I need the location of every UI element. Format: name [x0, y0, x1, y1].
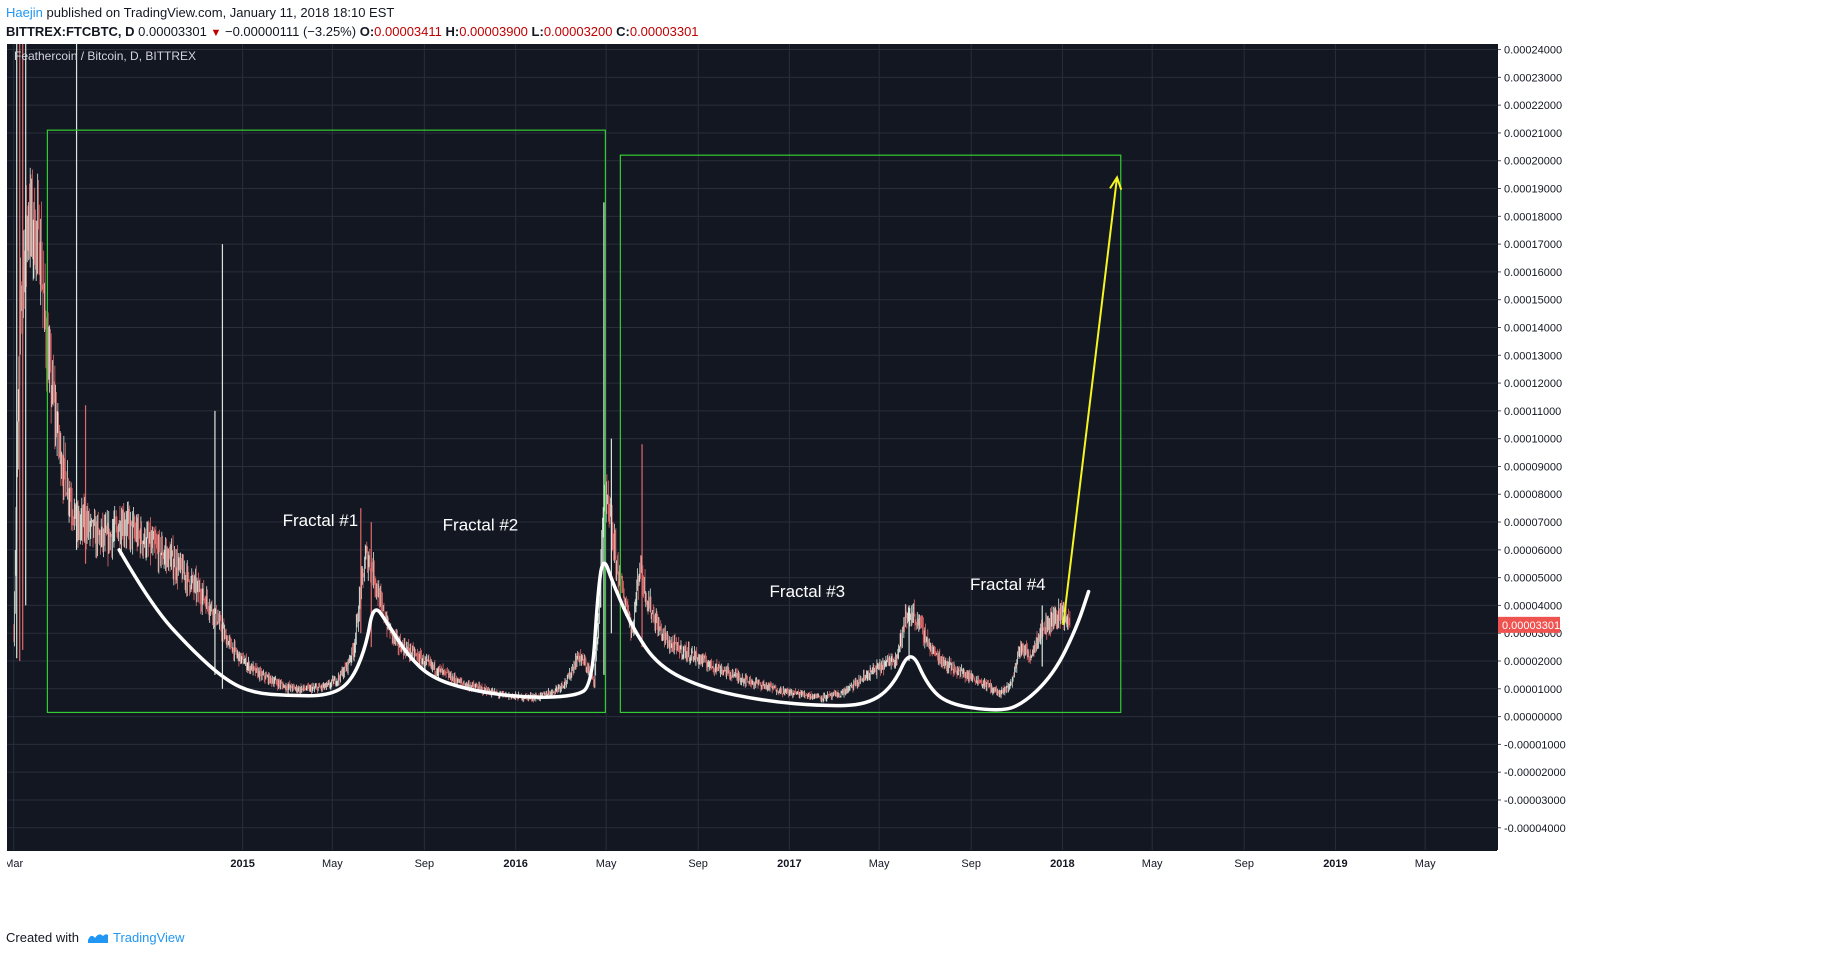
y-tick-label: 0.00004000 [1504, 600, 1562, 612]
y-tick-label: 0.00006000 [1504, 545, 1562, 557]
close-value: 0.00003301 [630, 24, 699, 39]
published-line: Haejin published on TradingView.com, Jan… [6, 3, 1816, 22]
y-tick-label: 0.00016000 [1504, 267, 1562, 279]
y-tick-label: 0.00010000 [1504, 434, 1562, 446]
symbol-label: BITTREX:FTCBTC, D [6, 24, 135, 39]
y-tick-label: -0.00002000 [1504, 767, 1566, 779]
x-tick-label: 2019 [1323, 858, 1347, 870]
low-label: L: [532, 24, 544, 39]
x-tick-label: Sep [1234, 858, 1254, 870]
y-tick-label: 0.00020000 [1504, 156, 1562, 168]
open-label: O: [360, 24, 374, 39]
price-change: −0.00000111 (−3.25%) [225, 24, 356, 39]
fractal-label[interactable]: Fractal #1 [283, 511, 359, 530]
y-tick-label: -0.00004000 [1504, 823, 1566, 835]
chart-title: Feathercoin / Bitcoin, D, BITTREX [14, 49, 196, 63]
x-tick-label: May [869, 858, 890, 870]
x-tick-label: May [1142, 858, 1163, 870]
y-tick-label: 0.00005000 [1504, 573, 1562, 585]
y-tick-label: 0.00011000 [1504, 406, 1561, 418]
y-tick-label: 0.00018000 [1504, 211, 1562, 223]
y-tick-label: 0.00022000 [1504, 100, 1562, 112]
y-tick-label: 0.00007000 [1504, 517, 1562, 529]
tradingview-brand-link[interactable]: TradingView [113, 930, 185, 945]
last-price: 0.00003301 [138, 24, 207, 39]
y-tick-label: 0.00019000 [1504, 184, 1562, 196]
y-tick-label: -0.00001000 [1504, 739, 1566, 751]
y-tick-label: 0.00021000 [1504, 128, 1562, 140]
x-tick-label: Sep [961, 858, 981, 870]
footer: Created with TradingView [6, 926, 185, 948]
x-tick-label: Mar [7, 858, 24, 870]
open-value: 0.00003411 [374, 24, 442, 39]
down-triangle-icon: ▼ [210, 27, 221, 39]
ohlc-line: BITTREX:FTCBTC, D 0.00003301 ▼ −0.000001… [6, 22, 1816, 43]
x-tick-label: 2017 [777, 858, 801, 870]
y-tick-label: 0.00008000 [1504, 489, 1562, 501]
fractal-label[interactable]: Fractal #4 [970, 575, 1046, 594]
y-tick-label: 0.00012000 [1504, 378, 1562, 390]
y-tick-label: 0.00023000 [1504, 72, 1562, 84]
x-tick-label: Sep [688, 858, 708, 870]
y-tick-label: 0.00009000 [1504, 461, 1562, 473]
y-tick-label: -0.00003000 [1504, 795, 1566, 807]
y-tick-label: 0.00000000 [1504, 712, 1562, 724]
x-tick-label: 2018 [1050, 858, 1074, 870]
y-tick-label: 0.00014000 [1504, 322, 1562, 334]
current-price-label: 0.00003301 [1502, 620, 1560, 632]
high-value: 0.00003900 [459, 24, 528, 39]
fractal-label[interactable]: Fractal #2 [443, 515, 519, 534]
y-tick-label: 0.00001000 [1504, 684, 1562, 696]
y-tick-label: 0.00017000 [1504, 239, 1562, 251]
published-text: published on TradingView.com, January 11… [46, 5, 394, 20]
fractal-label[interactable]: Fractal #3 [770, 582, 846, 601]
price-chart[interactable]: 0.00024000 0.00023000 0.00022000 0.00021000… [7, 44, 1817, 920]
tradingview-logo-icon[interactable] [87, 930, 109, 944]
x-tick-label: May [596, 858, 617, 870]
created-with-text: Created with [6, 930, 79, 945]
x-tick-label: Sep [415, 858, 435, 870]
high-label: H: [446, 24, 460, 39]
y-tick-label: 0.00002000 [1504, 656, 1562, 668]
x-tick-label: May [322, 858, 343, 870]
x-tick-label: May [1415, 858, 1436, 870]
chart-area[interactable]: 0.00024000 0.00023000 0.00022000 0.00021000… [7, 44, 1817, 920]
plot-background[interactable] [7, 44, 1497, 850]
low-value: 0.00003200 [544, 24, 613, 39]
y-tick-label: 0.00015000 [1504, 295, 1562, 307]
y-tick-label: 0.00024000 [1504, 45, 1562, 57]
close-label: C: [616, 24, 630, 39]
y-tick-label: 0.00013000 [1504, 350, 1562, 362]
author-link[interactable]: Haejin [6, 5, 43, 20]
x-tick-label: 2015 [230, 858, 254, 870]
chart-header: Haejin published on TradingView.com, Jan… [6, 3, 1816, 43]
x-tick-label: 2016 [503, 858, 527, 870]
